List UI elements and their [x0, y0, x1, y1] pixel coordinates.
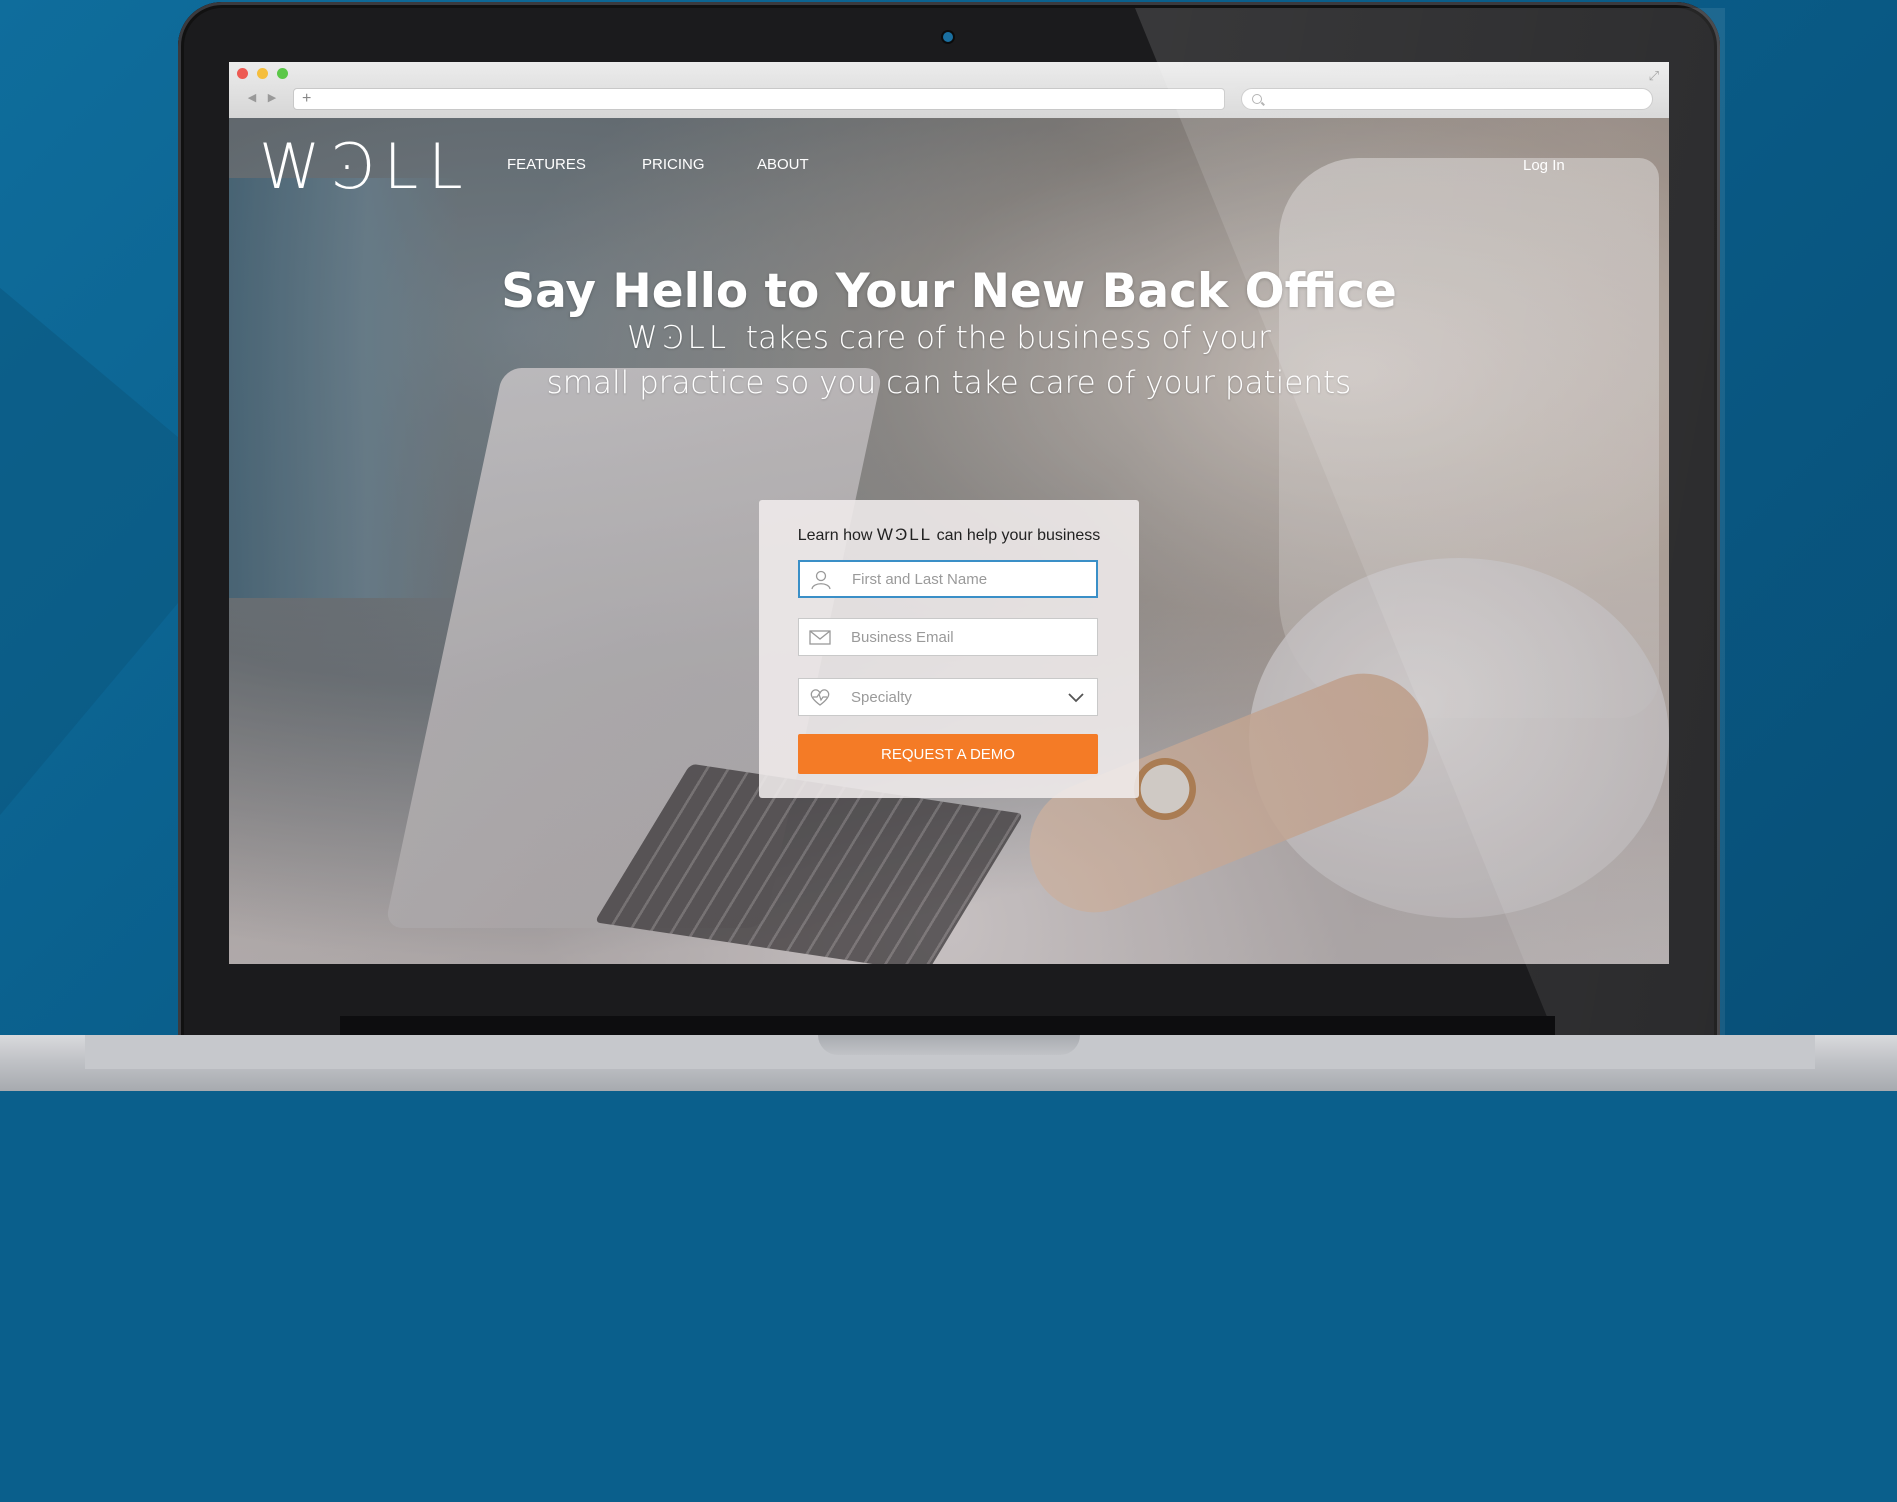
nav-features[interactable]: FEATURES — [507, 156, 586, 173]
hero-subtitle-line1: WϿLL takes care of the business of your — [229, 320, 1669, 356]
hero-subtitle-line2: small practice so you can take care of y… — [546, 365, 1352, 401]
forward-arrow-icon[interactable]: ▶ — [263, 90, 281, 106]
zoom-window-button[interactable] — [277, 68, 288, 79]
hero-subtitle-logo: WϿLL — [627, 320, 730, 356]
hero-subtitle-text: takes care of the business of your — [745, 320, 1271, 356]
new-tab-icon[interactable]: + — [302, 89, 311, 109]
chevron-down-icon[interactable] — [1067, 688, 1085, 706]
form-title-logo: WϿLL — [876, 525, 933, 544]
demo-form: Learn how WϿLL can help your business Fi… — [759, 500, 1139, 798]
back-arrow-icon[interactable]: ◀ — [243, 90, 261, 106]
name-input[interactable] — [852, 562, 1082, 596]
laptop-notch — [818, 1035, 1080, 1055]
fullscreen-icon[interactable]: ⤢ — [1649, 68, 1659, 84]
heart-pulse-icon — [810, 689, 830, 706]
user-icon — [811, 570, 831, 590]
laptop-screen: ◀ ▶ + ⤢ WϿLL FEATURES PRICING ABOUT Log … — [229, 62, 1669, 964]
minimize-window-button[interactable] — [257, 68, 268, 79]
site-logo[interactable]: WϿLL — [259, 136, 473, 198]
search-icon — [1252, 94, 1262, 104]
name-field[interactable] — [798, 560, 1098, 598]
hero-headline: Say Hello to Your New Back Office — [501, 264, 1397, 319]
address-bar[interactable]: + — [293, 88, 1225, 110]
browser-chrome: ◀ ▶ + ⤢ — [229, 62, 1669, 119]
email-input[interactable] — [851, 619, 1081, 655]
envelope-icon — [809, 630, 831, 645]
nav-about[interactable]: ABOUT — [757, 156, 809, 173]
form-title: Learn how WϿLL can help your business — [759, 525, 1139, 545]
close-window-button[interactable] — [237, 68, 248, 79]
login-link[interactable]: Log In — [1523, 157, 1565, 174]
laptop-hinge — [340, 1016, 1555, 1036]
request-demo-button[interactable]: REQUEST A DEMO — [798, 734, 1098, 774]
webcam-icon — [943, 32, 953, 42]
form-title-pre: Learn how — [797, 527, 873, 544]
landing-page: WϿLL FEATURES PRICING ABOUT Log In Say H… — [229, 118, 1669, 964]
form-title-post: can help your business — [936, 527, 1101, 544]
specialty-input[interactable] — [851, 679, 1081, 715]
nav-pricing[interactable]: PRICING — [642, 156, 705, 173]
browser-search-bar[interactable] — [1241, 88, 1653, 110]
specialty-select[interactable] — [798, 678, 1098, 716]
email-field[interactable] — [798, 618, 1098, 656]
